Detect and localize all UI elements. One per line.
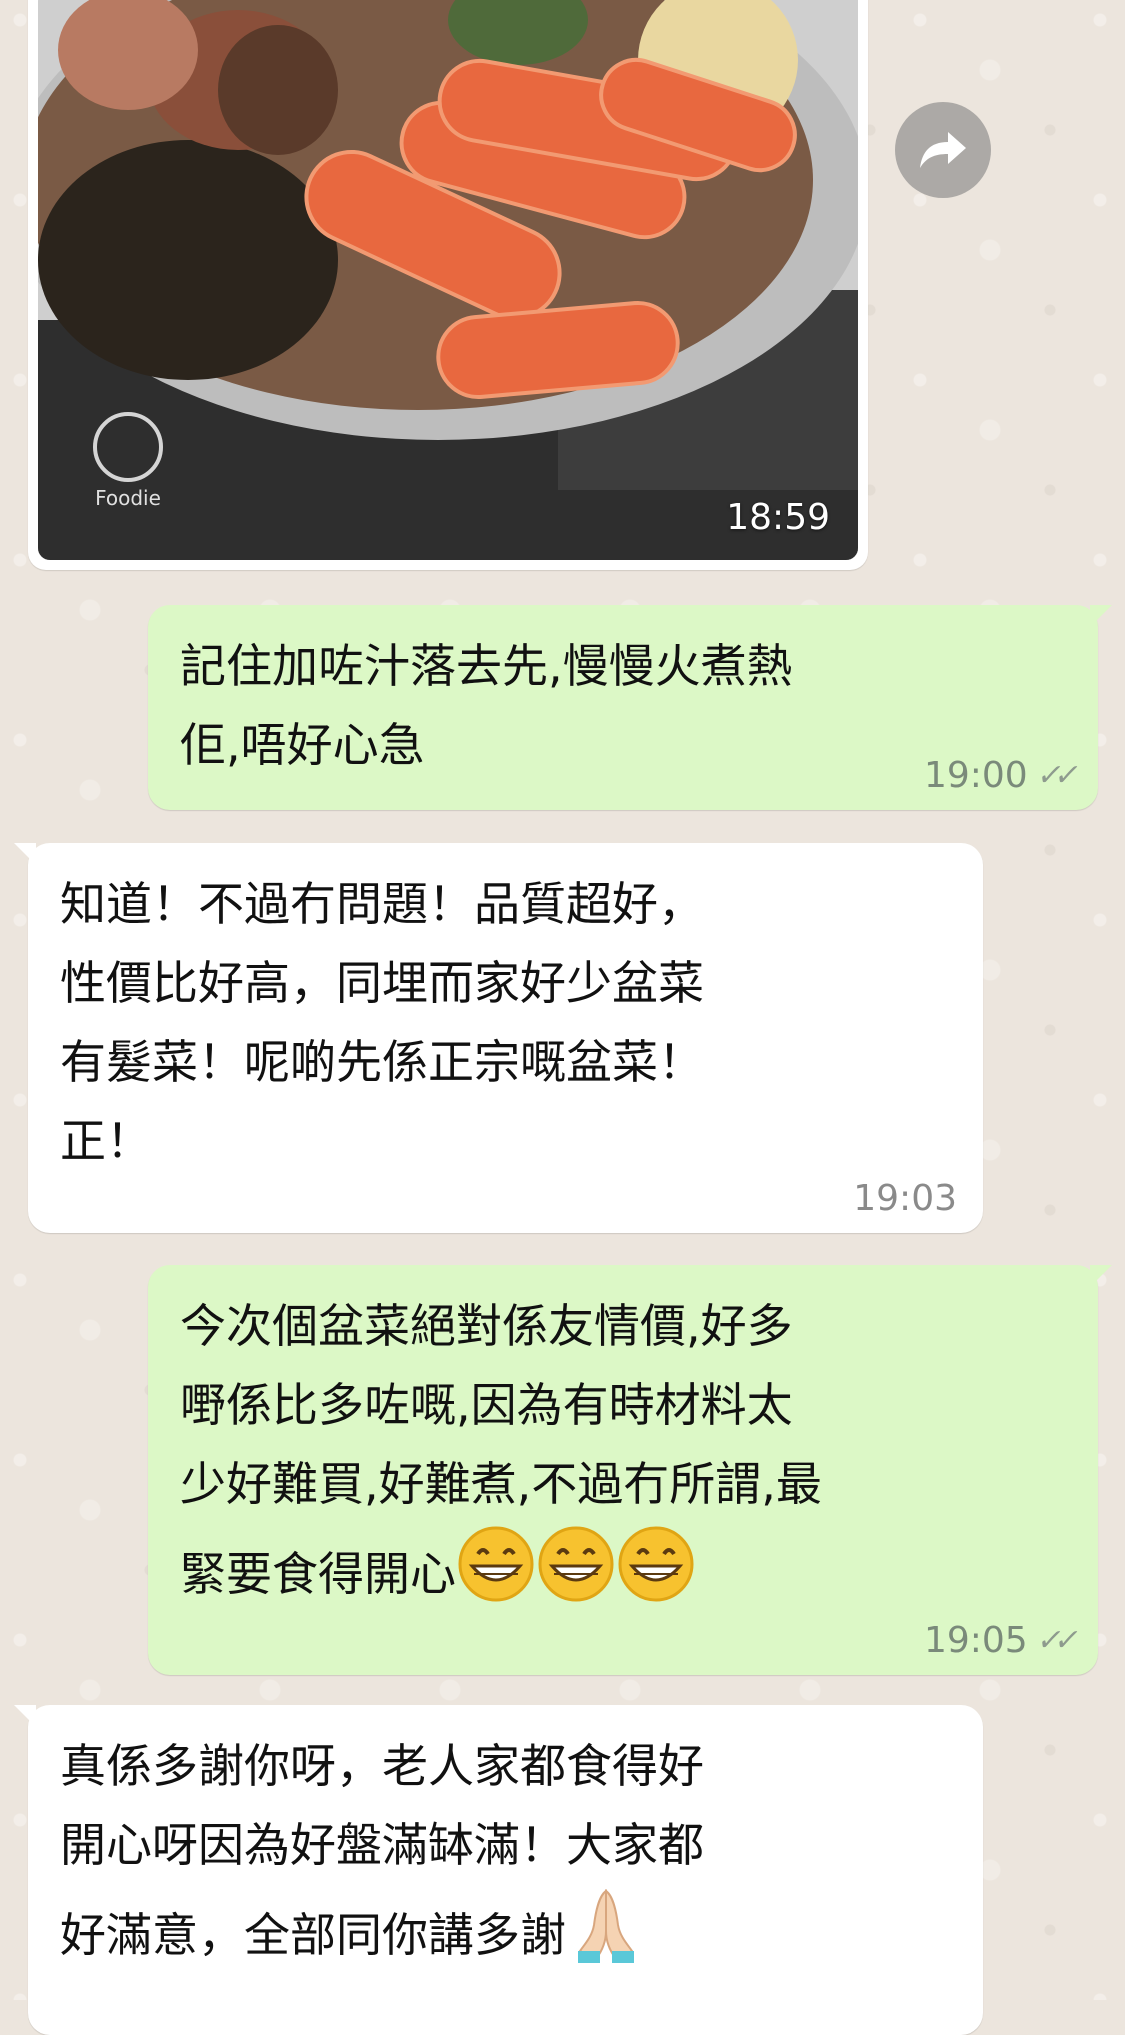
message-text: 知道！不過冇問題！品質超好， 性價比好高，同埋而家好少盆菜 有髮菜！呢啲先係正宗… xyxy=(60,877,704,1168)
read-ticks-icon: ✓✓ xyxy=(1034,1623,1076,1658)
forward-button[interactable] xyxy=(895,102,991,198)
outgoing-message-bubble[interactable]: 記住加咗汁落去先,慢慢火煮熱 佢,唔好心急 19:00 ✓✓ xyxy=(148,605,1112,810)
message-timestamp: 19:03 xyxy=(853,1178,957,1219)
image-timestamp: 18:59 xyxy=(726,497,830,538)
message-text: 今次個盆菜絕對係友情價,好多 嘢係比多咗嘅,因為有時材料太 少好難買,好難煮,不… xyxy=(180,1287,1066,1614)
grinning-face-emoji xyxy=(538,1526,614,1602)
message-timestamp: 19:00 xyxy=(923,755,1028,796)
message-meta: 19:03 xyxy=(853,1179,957,1219)
image-message-bubble[interactable]: Foodie 18:59 xyxy=(28,0,868,570)
incoming-message-bubble[interactable]: 真係多謝你呀，老人家都食得好 開心呀因為好盤滿缽滿！大家都 好滿意，全部同你講多… xyxy=(14,1705,983,2035)
foodie-watermark-text: Foodie xyxy=(95,486,161,510)
forward-arrow-icon xyxy=(920,132,966,168)
message-text: 真係多謝你呀，老人家都食得好 開心呀因為好盤滿缽滿！大家都 好滿意，全部同你講多… xyxy=(60,1727,951,1975)
grinning-face-emoji xyxy=(458,1526,534,1602)
message-meta: 19:05 ✓✓ xyxy=(923,1620,1076,1661)
grinning-face-emoji xyxy=(618,1526,694,1602)
message-meta: 19:00 ✓✓ xyxy=(923,755,1076,796)
message-timestamp: 19:05 xyxy=(923,1620,1028,1661)
read-ticks-icon: ✓✓ xyxy=(1034,758,1076,793)
outgoing-message-bubble[interactable]: 今次個盆菜絕對係友情價,好多 嘢係比多咗嘅,因為有時材料太 少好難買,好難煮,不… xyxy=(148,1265,1112,1675)
incoming-message-bubble[interactable]: 知道！不過冇問題！品質超好， 性價比好高，同埋而家好少盆菜 有髮菜！呢啲先係正宗… xyxy=(14,843,983,1233)
food-photo[interactable]: Foodie 18:59 xyxy=(38,0,858,560)
folded-hands-emoji xyxy=(578,1889,634,1963)
foodie-logo-icon xyxy=(93,412,163,482)
foodie-watermark: Foodie xyxy=(68,412,188,532)
